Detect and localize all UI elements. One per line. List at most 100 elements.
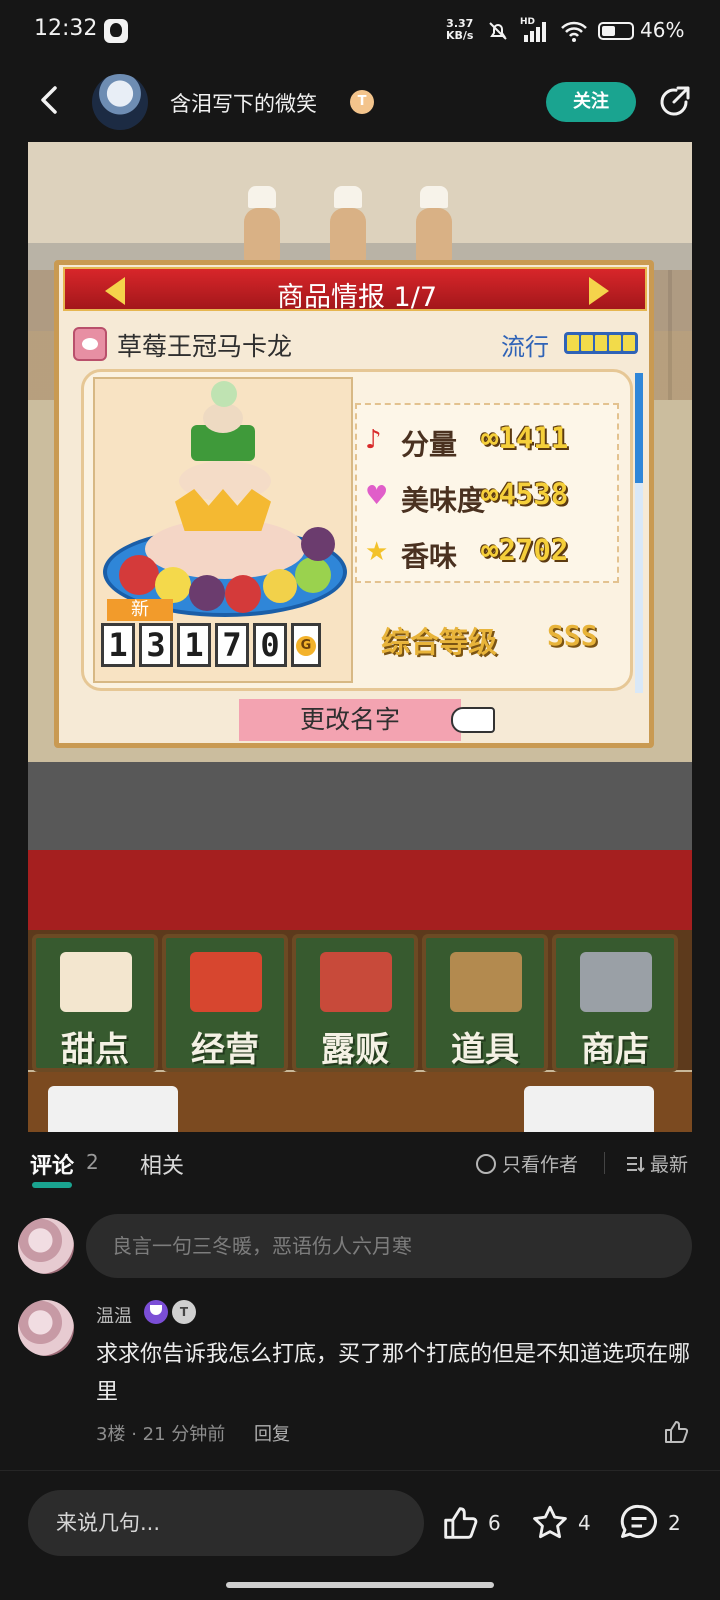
back-button[interactable] [30, 80, 70, 120]
comment-total: 2 [668, 1511, 681, 1535]
sort-button[interactable]: 最新 [624, 1150, 688, 1177]
menu-label: 经营 [191, 1030, 259, 1070]
cake-icon [60, 952, 132, 1012]
pointing-hand-icon [451, 707, 495, 733]
price-counter: 1 3 1 7 0 G [101, 623, 321, 667]
menu-items[interactable]: 道具 [422, 934, 548, 1072]
thumbs-up-icon [444, 1507, 478, 1539]
stat-value: ∞2702 [481, 533, 569, 567]
stat-value: ∞4538 [481, 477, 569, 511]
post-image[interactable]: 甜点 经营 露贩 道具 商店 商品情报 1/7 草莓王冠马卡龙 流行 新 1 3… [28, 142, 692, 1132]
stats-box: ♪ 分量 ∞1411 ♥ 美味度 ∞4538 ★ 香味 ∞2702 [355, 403, 619, 583]
radio-circle-icon [476, 1153, 496, 1174]
next-arrow-icon[interactable] [589, 277, 609, 305]
trend-segment [609, 335, 621, 351]
stat-row-taste: ♥ 美味度 ∞4538 [361, 475, 619, 517]
price-digit: 7 [215, 623, 249, 667]
menu-label: 道具 [451, 1030, 519, 1070]
tab-comments[interactable]: 评论 [30, 1148, 74, 1180]
network-speed: 3.37 KB/s [446, 18, 473, 42]
comment-bubble-icon [620, 1504, 657, 1538]
author-level-badge: T [350, 90, 374, 114]
favorite-count: 4 [578, 1511, 591, 1535]
network-speed-unit: KB/s [446, 29, 474, 42]
chef-sprite [242, 186, 282, 266]
comment-floor: 3楼 [96, 1424, 126, 1445]
price-digit: 1 [177, 623, 211, 667]
meta-separator: · [131, 1424, 143, 1445]
menu-store[interactable]: 商店 [552, 934, 678, 1072]
like-button[interactable]: 6 [440, 1502, 501, 1544]
commenter-avatar[interactable] [18, 1300, 74, 1356]
price-digit: 0 [253, 623, 287, 667]
overall-rank-label: 综合等级 [381, 625, 498, 659]
trend-segment [595, 335, 607, 351]
like-count: 6 [488, 1511, 501, 1535]
menu-label: 甜点 [61, 1030, 129, 1070]
gold-coin-icon: G [291, 623, 321, 667]
post-header: 含泪写下的微笑 T 关注 [0, 62, 720, 142]
battery-icon [598, 22, 634, 40]
price-digit: 3 [139, 623, 173, 667]
price-unit: G [296, 636, 316, 656]
menu-manage[interactable]: 经营 [162, 934, 288, 1072]
item-name: 草莓王冠马卡龙 [117, 332, 293, 361]
trend-label: 流行 [501, 333, 549, 361]
follow-button[interactable]: 关注 [546, 82, 636, 122]
favorite-button[interactable]: 4 [530, 1502, 591, 1544]
game-menu: 甜点 经营 露贩 道具 商店 [28, 930, 692, 1072]
trend-meter [564, 332, 638, 354]
macaron-icon [73, 327, 107, 361]
tab-related[interactable]: 相关 [140, 1148, 184, 1180]
share-icon[interactable] [656, 84, 692, 120]
panel-title-bar: 商品情报 1/7 [63, 267, 647, 313]
shopping-cart-icon [580, 952, 652, 1012]
stat-label: 美味度 [401, 484, 486, 517]
stat-row-portion: ♪ 分量 ∞1411 [361, 419, 619, 461]
wifi-icon [561, 21, 587, 42]
comment-text: 求求你告诉我怎么打底，买了那个打底的但是不知道选项在哪里 [96, 1342, 691, 1405]
author-name[interactable]: 含泪写下的微笑 [170, 88, 317, 118]
commenter-level-badge: T [172, 1300, 196, 1324]
gear-bag-icon [450, 952, 522, 1012]
signal-icon: HD [520, 17, 550, 43]
author-only-label: 只看作者 [502, 1154, 579, 1176]
chef-sprite [328, 186, 368, 266]
commenter-name[interactable]: 温温 [96, 1302, 132, 1328]
comment-count: 2 [86, 1150, 99, 1174]
author-only-toggle[interactable]: 只看作者 [476, 1150, 578, 1177]
rename-button[interactable]: 更改名字 [239, 699, 461, 741]
menu-label: 露贩 [321, 1030, 389, 1070]
sort-icon [627, 1156, 645, 1172]
stat-label: 分量 [401, 428, 458, 461]
stat-row-aroma: ★ 香味 ∞2702 [361, 531, 619, 573]
status-bar: 12:32 3.37 KB/s HD 46% [0, 0, 720, 62]
comment-time: 21 分钟前 [142, 1424, 226, 1445]
menu-label: 商店 [581, 1030, 649, 1070]
thumbs-up-icon[interactable] [662, 1418, 690, 1446]
panel-scroll-thumb[interactable] [635, 373, 643, 483]
heart-icon: ♥ [365, 481, 389, 511]
comment-button[interactable]: 2 [618, 1502, 681, 1544]
comment-input[interactable]: 良言一句三冬暖，恶语伤人六月寒 [86, 1214, 692, 1278]
home-indicator[interactable] [226, 1582, 494, 1588]
comment-tabs: 评论 2 相关 只看作者 最新 [0, 1132, 720, 1198]
my-avatar [18, 1218, 74, 1274]
menu-dessert[interactable]: 甜点 [32, 934, 158, 1072]
panel-title: 商品情报 1/7 [276, 282, 438, 313]
divider [604, 1152, 605, 1174]
sort-label: 最新 [650, 1154, 689, 1176]
item-info-panel: 商品情报 1/7 草莓王冠马卡龙 流行 新 1 3 1 7 0 G ♪ 分量 ∞… [54, 260, 654, 748]
reply-input[interactable]: 来说几句... [28, 1490, 424, 1556]
trend-segment [623, 335, 635, 351]
reply-button[interactable]: 回复 [254, 1420, 290, 1446]
red-carpet [28, 850, 692, 930]
mute-bell-icon [489, 22, 507, 40]
menu-stall[interactable]: 露贩 [292, 934, 418, 1072]
status-icons: HD [486, 17, 634, 44]
status-time: 12:32 [34, 16, 98, 41]
qq-notification-icon [104, 19, 128, 43]
author-avatar[interactable] [92, 74, 148, 130]
trend-segment [581, 335, 593, 351]
food-truck-icon [320, 952, 392, 1012]
